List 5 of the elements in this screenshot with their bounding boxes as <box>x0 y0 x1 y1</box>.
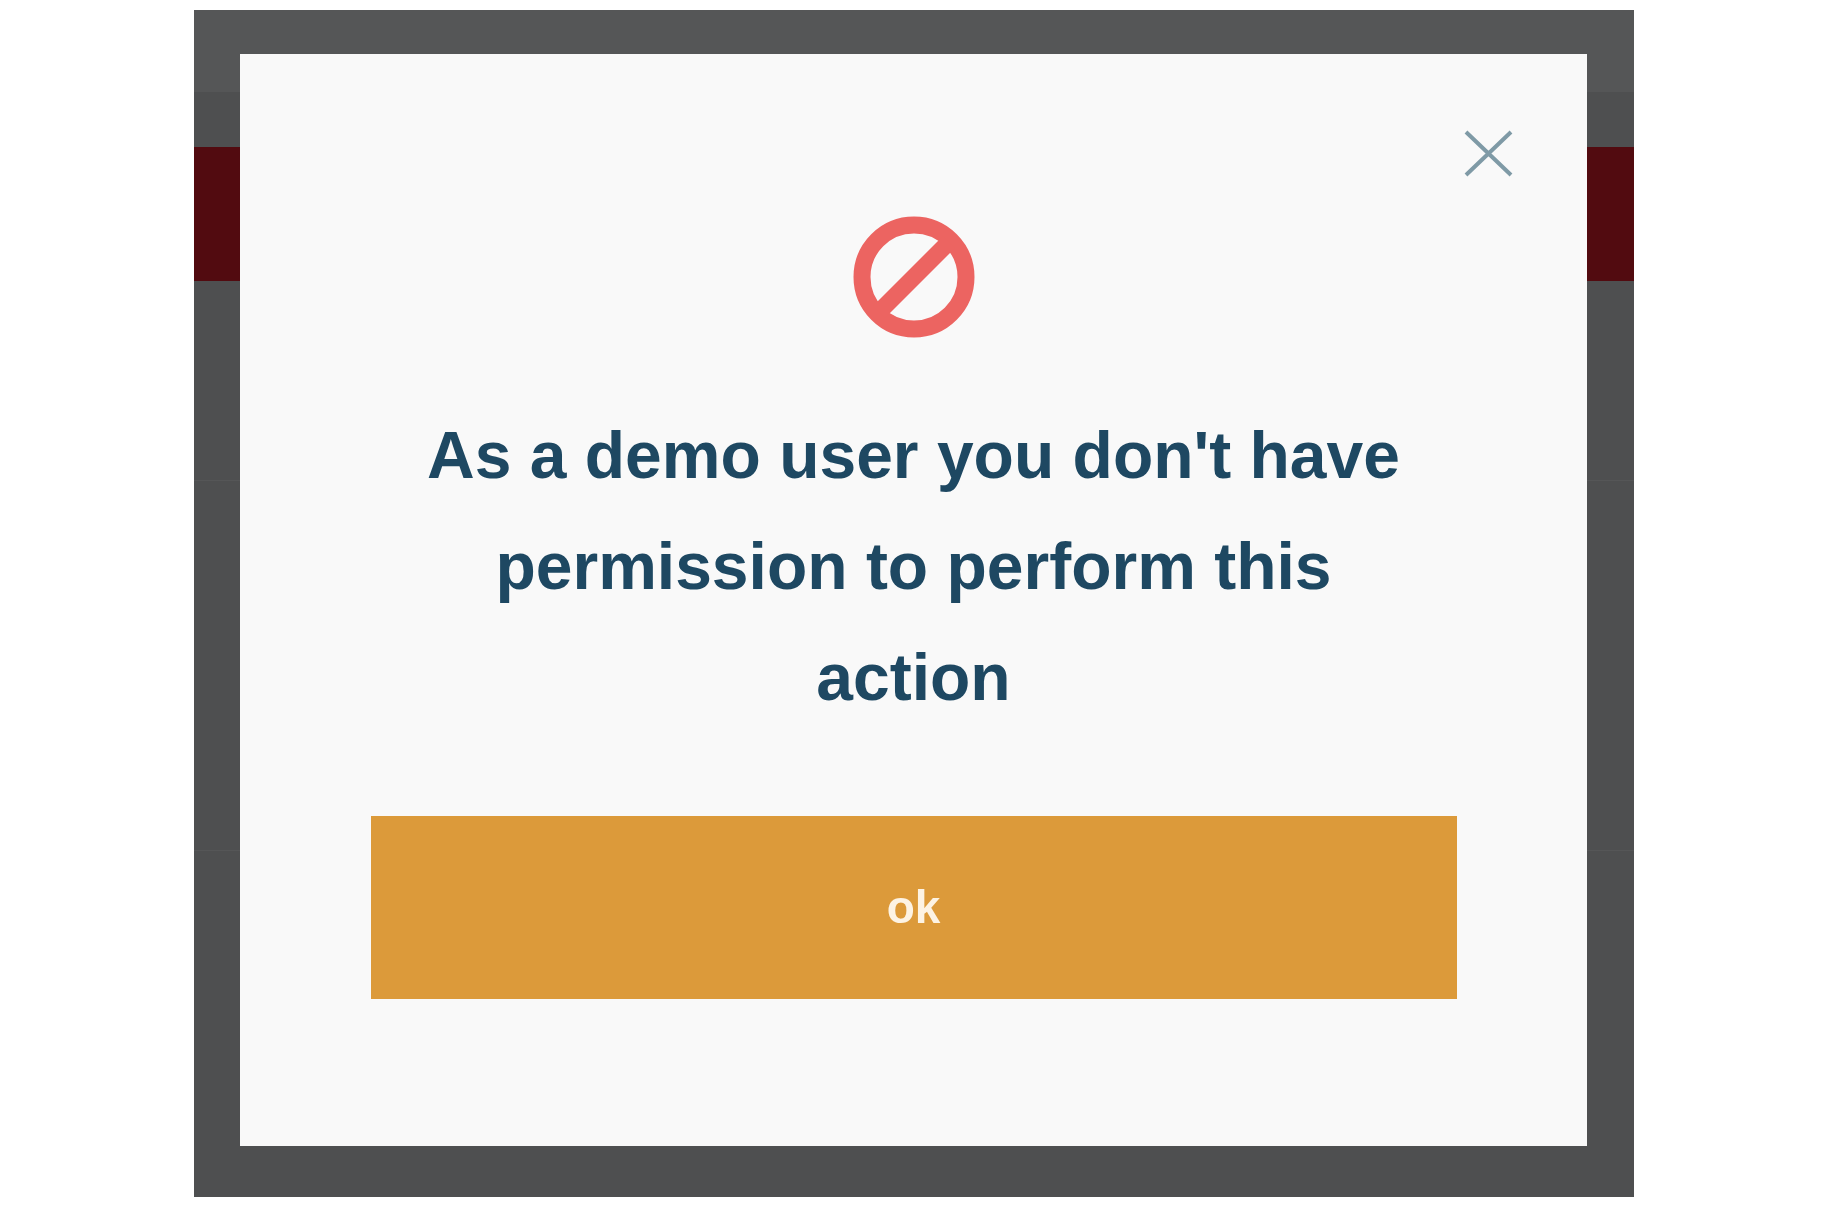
close-icon <box>1462 130 1515 177</box>
close-button[interactable] <box>1462 130 1515 177</box>
ok-button[interactable]: ok <box>370 816 1457 999</box>
ban-icon <box>852 216 975 338</box>
permission-message: As a demo user you don't have permission to perform this action <box>426 417 1401 716</box>
